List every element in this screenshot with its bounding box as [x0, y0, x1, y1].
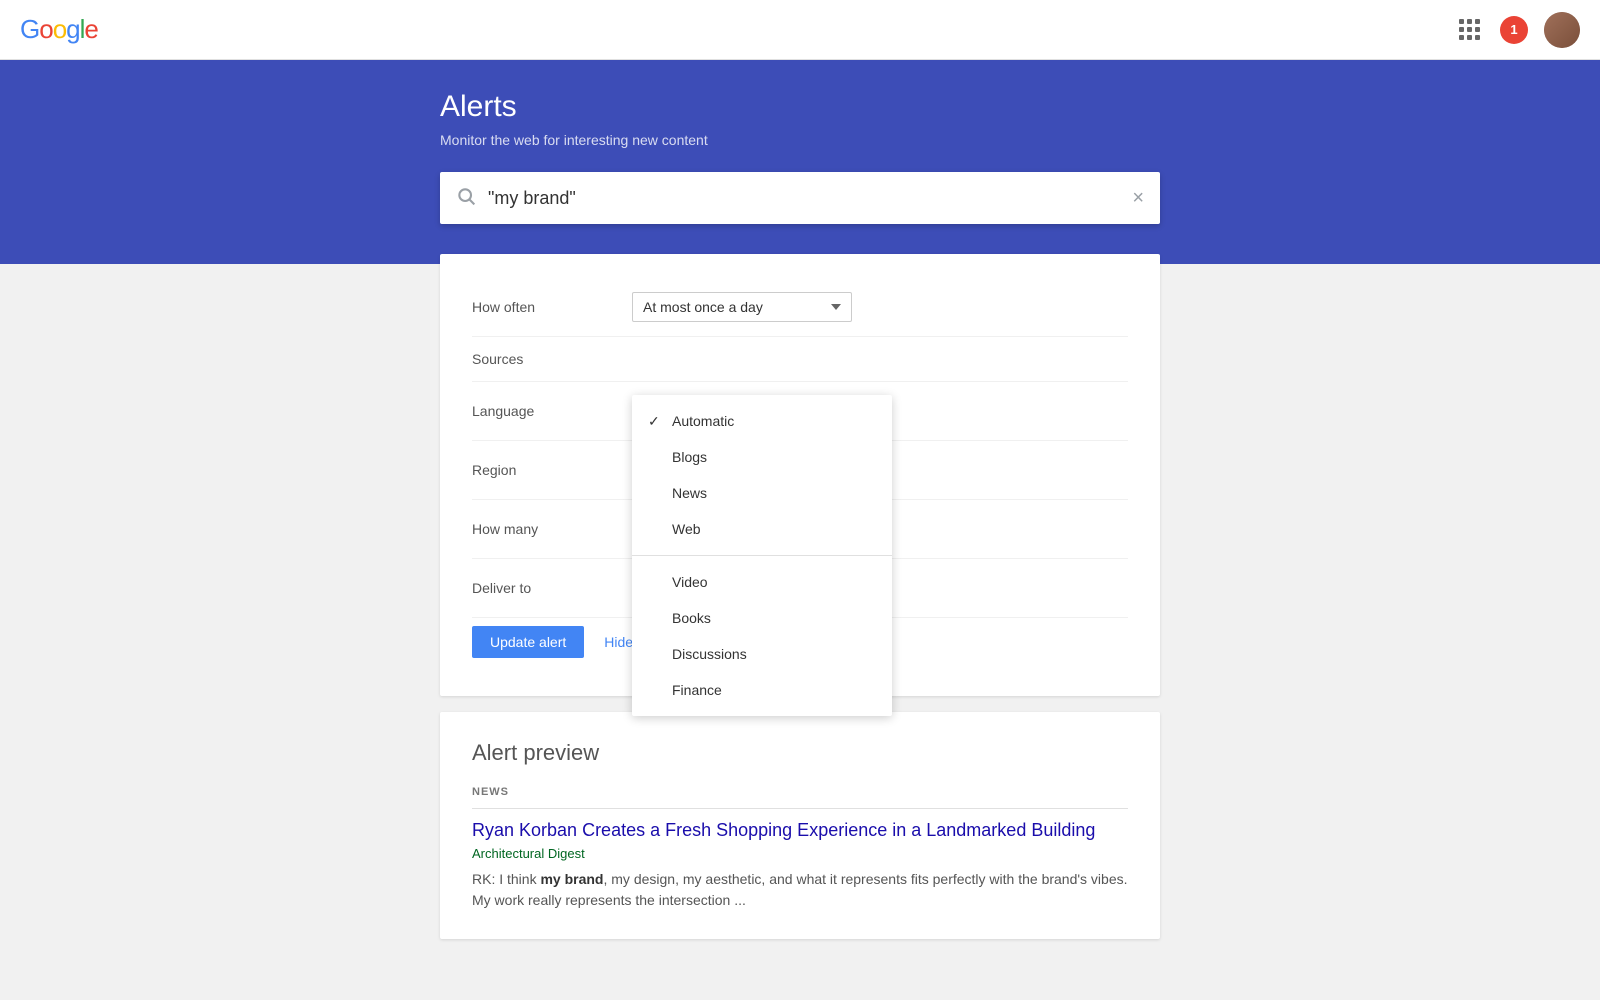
search-bar: ×	[440, 172, 1160, 224]
update-alert-button[interactable]: Update alert	[472, 626, 584, 658]
how-often-value: As-it-happens At most once a day At most…	[632, 292, 1128, 322]
logo-e: e	[84, 14, 97, 44]
search-input[interactable]	[488, 188, 1132, 209]
apps-grid-icon[interactable]	[1455, 15, 1484, 44]
google-logo[interactable]: Google	[20, 14, 98, 45]
search-clear-button[interactable]: ×	[1132, 188, 1144, 208]
page-title: Alerts	[440, 90, 1160, 124]
article: Ryan Korban Creates a Fresh Shopping Exp…	[472, 819, 1128, 911]
how-often-select[interactable]: As-it-happens At most once a day At most…	[632, 292, 852, 322]
dropdown-item-news[interactable]: News	[632, 475, 892, 511]
dropdown-item-label: Finance	[672, 682, 722, 698]
article-snippet: RK: I think my brand, my design, my aest…	[472, 869, 1128, 911]
dropdown-item-finance[interactable]: Finance	[632, 672, 892, 708]
how-often-label: How often	[472, 299, 632, 315]
news-section-label: NEWS	[472, 786, 1128, 809]
notification-badge[interactable]: 1	[1500, 16, 1528, 44]
page-subtitle: Monitor the web for interesting new cont…	[440, 132, 1160, 148]
dot	[1467, 27, 1472, 32]
dropdown-item-books[interactable]: Books	[632, 600, 892, 636]
dropdown-item-blogs[interactable]: Blogs	[632, 439, 892, 475]
banner-content: Alerts Monitor the web for interesting n…	[420, 90, 1180, 224]
how-many-label: How many	[472, 521, 632, 537]
logo-o1: o	[39, 14, 52, 44]
dropdown-section-1: Automatic Blogs News Web	[632, 395, 892, 555]
dropdown-section-2: Video Books Discussions Finance	[632, 555, 892, 716]
logo-g: G	[20, 14, 39, 44]
dot	[1475, 27, 1480, 32]
dropdown-item-web[interactable]: Web	[632, 511, 892, 547]
preview-card: Alert preview NEWS Ryan Korban Creates a…	[440, 712, 1160, 939]
dropdown-item-label: Blogs	[672, 449, 707, 465]
options-card: How often As-it-happens At most once a d…	[440, 254, 1160, 696]
dot	[1467, 19, 1472, 24]
dot	[1459, 35, 1464, 40]
snippet-bold: my brand	[540, 871, 603, 887]
dropdown-item-label: Discussions	[672, 646, 747, 662]
dropdown-item-label: Automatic	[672, 413, 734, 429]
main-content: How often As-it-happens At most once a d…	[420, 254, 1180, 939]
user-avatar[interactable]	[1544, 12, 1580, 48]
dropdown-item-label: News	[672, 485, 707, 501]
header-right: 1	[1455, 12, 1580, 48]
sources-label: Sources	[472, 351, 632, 367]
dropdown-item-label: Books	[672, 610, 711, 626]
dot	[1459, 19, 1464, 24]
how-often-row: How often As-it-happens At most once a d…	[472, 278, 1128, 337]
article-source: Architectural Digest	[472, 846, 1128, 861]
preview-title: Alert preview	[472, 740, 1128, 766]
dot	[1475, 19, 1480, 24]
article-title[interactable]: Ryan Korban Creates a Fresh Shopping Exp…	[472, 819, 1128, 842]
dropdown-item-label: Video	[672, 574, 708, 590]
search-icon	[456, 186, 476, 211]
language-label: Language	[472, 403, 632, 419]
dot	[1475, 35, 1480, 40]
dropdown-item-discussions[interactable]: Discussions	[632, 636, 892, 672]
sources-dropdown: Automatic Blogs News Web	[632, 395, 892, 716]
logo-g2: g	[66, 14, 79, 44]
banner: Alerts Monitor the web for interesting n…	[0, 60, 1600, 264]
logo-o2: o	[53, 14, 66, 44]
notification-count: 1	[1510, 22, 1517, 37]
deliver-to-label: Deliver to	[472, 580, 632, 596]
snippet-prefix: RK: I think	[472, 871, 540, 887]
sources-row: Sources Automatic Blogs News	[472, 337, 1128, 382]
dropdown-item-video[interactable]: Video	[632, 564, 892, 600]
header-left: Google	[20, 14, 98, 45]
avatar-image	[1544, 12, 1580, 48]
dot	[1459, 27, 1464, 32]
region-label: Region	[472, 462, 632, 478]
dropdown-item-automatic[interactable]: Automatic	[632, 403, 892, 439]
dot	[1467, 35, 1472, 40]
dropdown-item-label: Web	[672, 521, 701, 537]
header: Google 1	[0, 0, 1600, 60]
